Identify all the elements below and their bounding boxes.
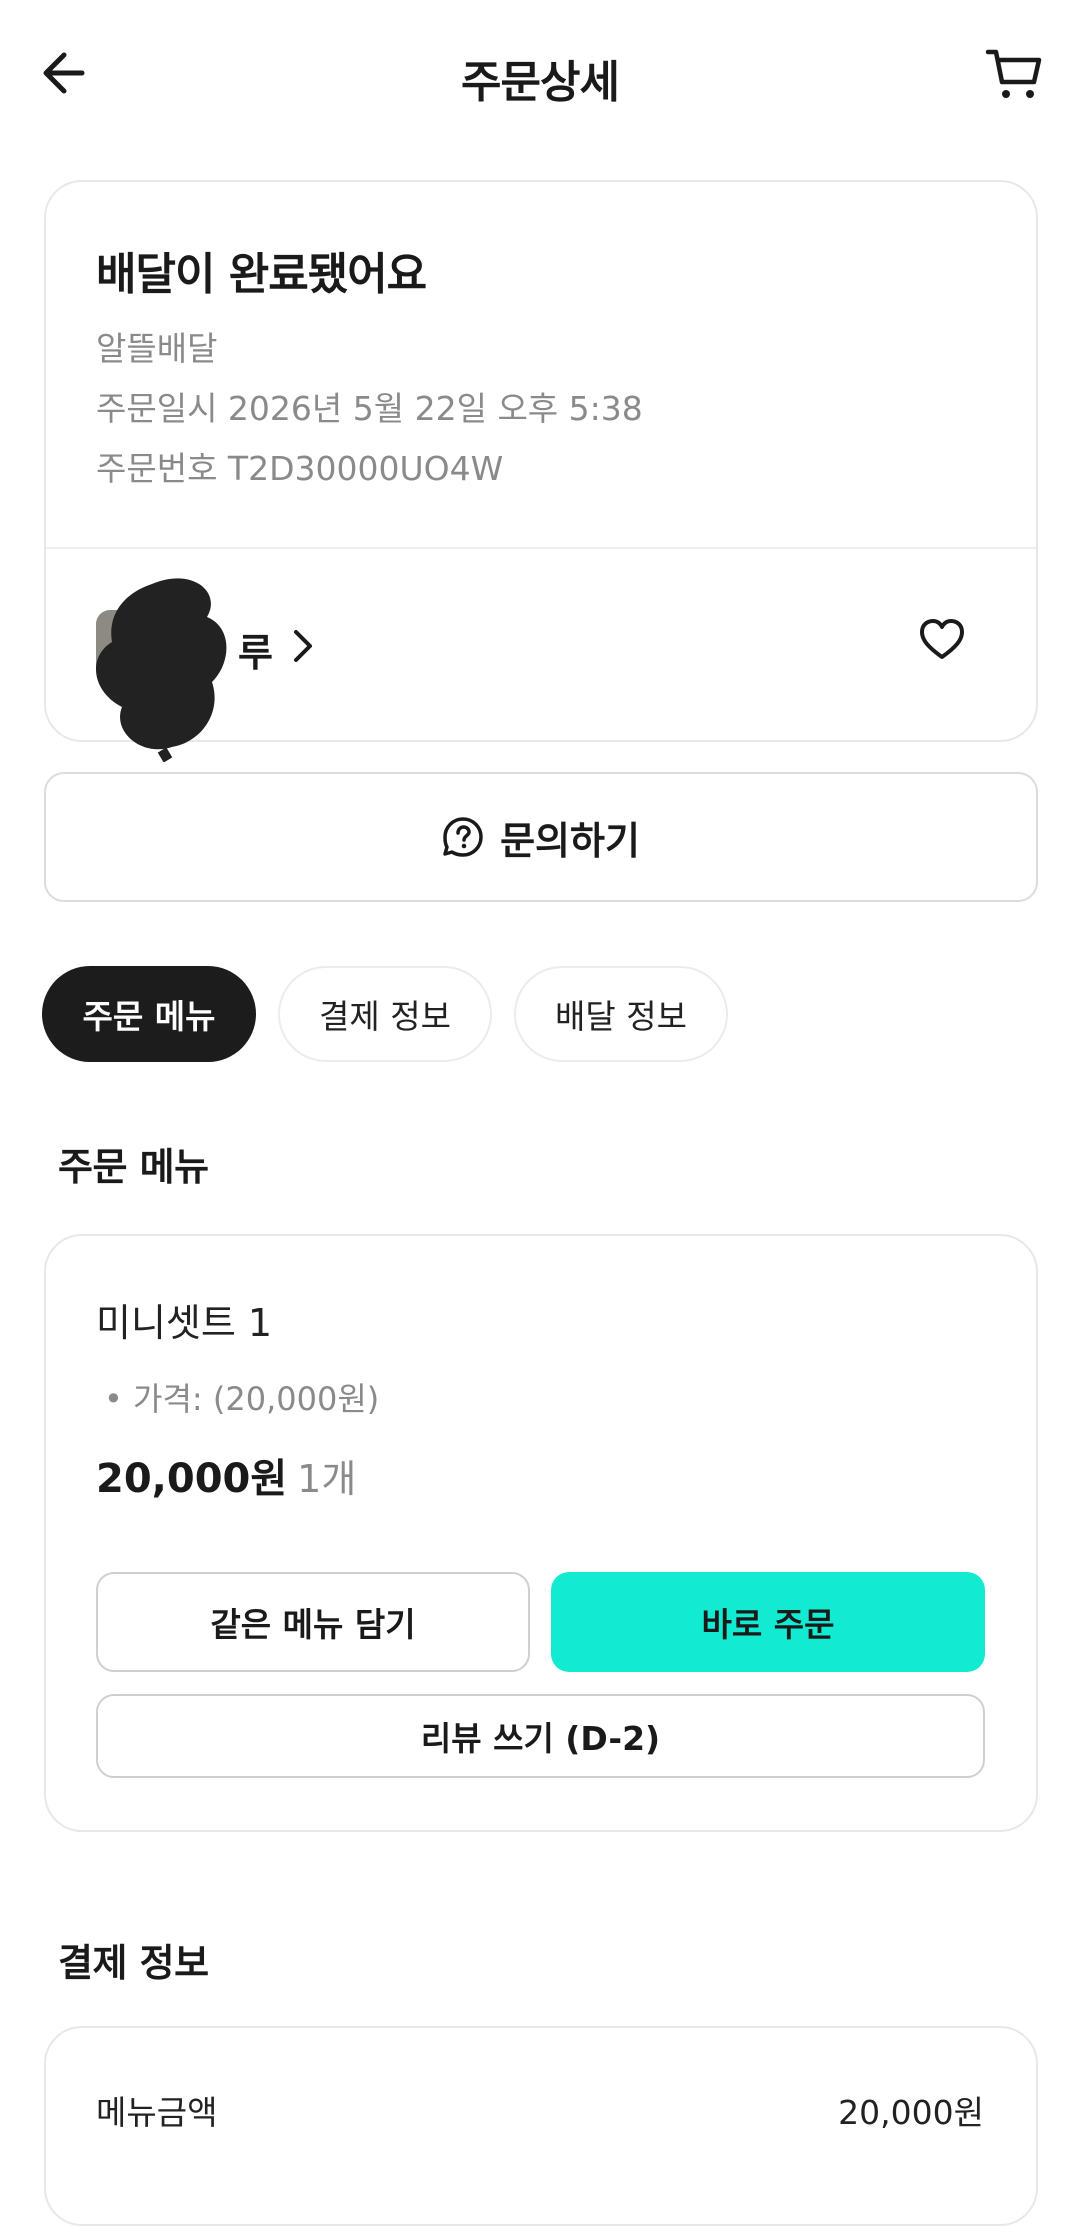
chevron-right-icon — [294, 630, 312, 662]
menu-item-price: 20,000원 — [96, 1456, 288, 1502]
order-menu-section-title: 주문 메뉴 — [58, 1145, 209, 1189]
favorite-button[interactable] — [918, 616, 966, 664]
heart-outline-icon — [920, 619, 964, 659]
delivery-status-title: 배달이 완료됐어요 — [96, 249, 427, 300]
cart-icon — [985, 49, 1042, 98]
menu-item-name: 미니셋트 1 — [96, 1301, 273, 1345]
redaction-scribble — [95, 578, 227, 762]
order-number: 주문번호 T2D30000UO4W — [96, 449, 504, 488]
question-bubble-icon — [443, 817, 483, 857]
menu-item-price-row: 20,000원 1개 — [96, 1446, 356, 1504]
cart-button[interactable] — [984, 44, 1044, 104]
tab-order-menu[interactable]: 주문 메뉴 — [42, 966, 256, 1062]
inquiry-label: 문의하기 — [500, 818, 640, 863]
store-name[interactable]: 루 — [238, 622, 273, 677]
payment-section-title: 결제 정보 — [58, 1941, 209, 1985]
tab-delivery-info[interactable]: 배달 정보 — [514, 966, 728, 1062]
inquiry-button[interactable]: 문의하기 — [44, 772, 1038, 902]
menu-item-quantity: 1개 — [297, 1457, 357, 1501]
tab-payment-info[interactable]: 결제 정보 — [278, 966, 492, 1062]
payment-row-label: 메뉴금액 — [96, 2093, 218, 2132]
order-now-button[interactable]: 바로 주문 — [551, 1572, 985, 1672]
write-review-button[interactable]: 리뷰 쓰기 (D-2) — [96, 1694, 985, 1778]
menu-item-option: • 가격: (20,000원) — [104, 1380, 380, 1418]
divider — [46, 547, 1036, 549]
delivery-type: 알뜰배달 — [96, 329, 218, 368]
add-same-menu-button[interactable]: 같은 메뉴 담기 — [96, 1572, 530, 1672]
page-title: 주문상세 — [461, 57, 620, 108]
payment-row-value: 20,000원 — [838, 2093, 984, 2132]
order-datetime: 주문일시 2026년 5월 22일 오후 5:38 — [96, 389, 643, 428]
